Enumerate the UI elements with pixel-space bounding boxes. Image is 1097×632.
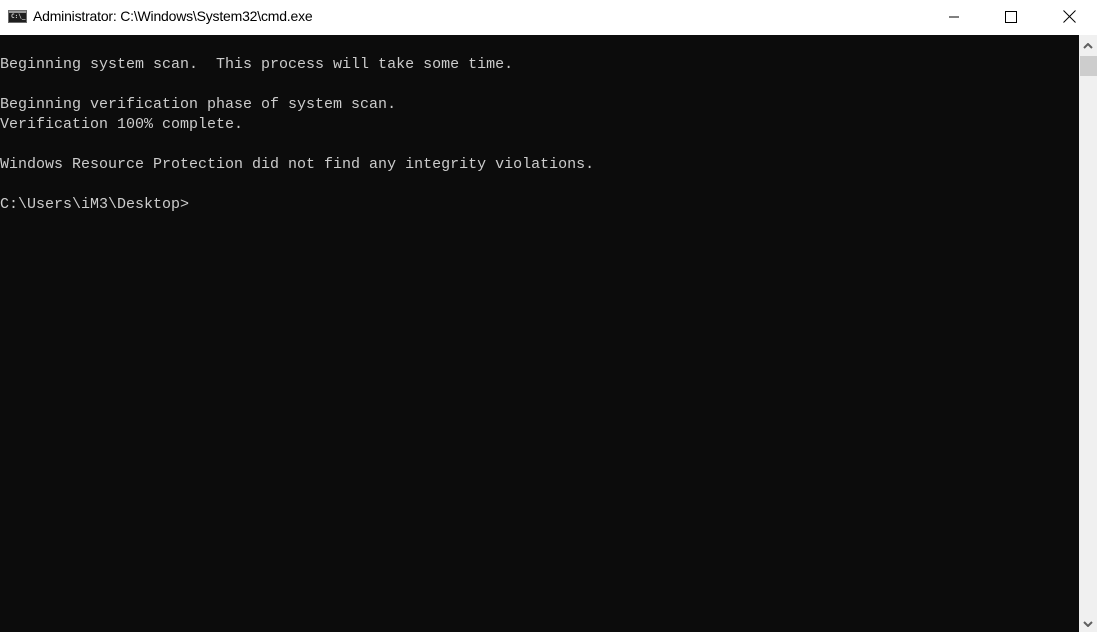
chevron-down-icon bbox=[1083, 620, 1093, 627]
maximize-icon bbox=[1005, 10, 1017, 23]
console-output[interactable]: Beginning system scan. This process will… bbox=[0, 35, 1079, 632]
scroll-down-button[interactable] bbox=[1079, 615, 1097, 632]
scrollbar-thumb[interactable] bbox=[1080, 56, 1097, 76]
cmd-icon[interactable]: C:\_ bbox=[8, 10, 27, 23]
cmd-icon-text: C:\_ bbox=[11, 13, 26, 20]
close-button[interactable] bbox=[1046, 0, 1092, 33]
minimize-icon bbox=[949, 16, 959, 17]
console-line: Beginning verification phase of system s… bbox=[0, 96, 397, 113]
minimize-button[interactable] bbox=[931, 0, 977, 33]
scroll-up-button[interactable] bbox=[1079, 37, 1097, 54]
vertical-scrollbar[interactable] bbox=[1079, 35, 1097, 632]
close-icon bbox=[1062, 10, 1076, 23]
window-title: Administrator: C:\Windows\System32\cmd.e… bbox=[33, 8, 313, 24]
title-bar[interactable]: C:\_ Administrator: C:\Windows\System32\… bbox=[0, 0, 1097, 35]
console-line: Windows Resource Protection did not find… bbox=[0, 156, 595, 173]
command-prompt[interactable]: C:\Users\iM3\Desktop> bbox=[0, 195, 189, 215]
maximize-button[interactable] bbox=[988, 0, 1034, 33]
console-line: Verification 100% complete. bbox=[0, 116, 244, 133]
chevron-up-icon bbox=[1083, 42, 1093, 49]
console-line: Beginning system scan. This process will… bbox=[0, 56, 514, 73]
